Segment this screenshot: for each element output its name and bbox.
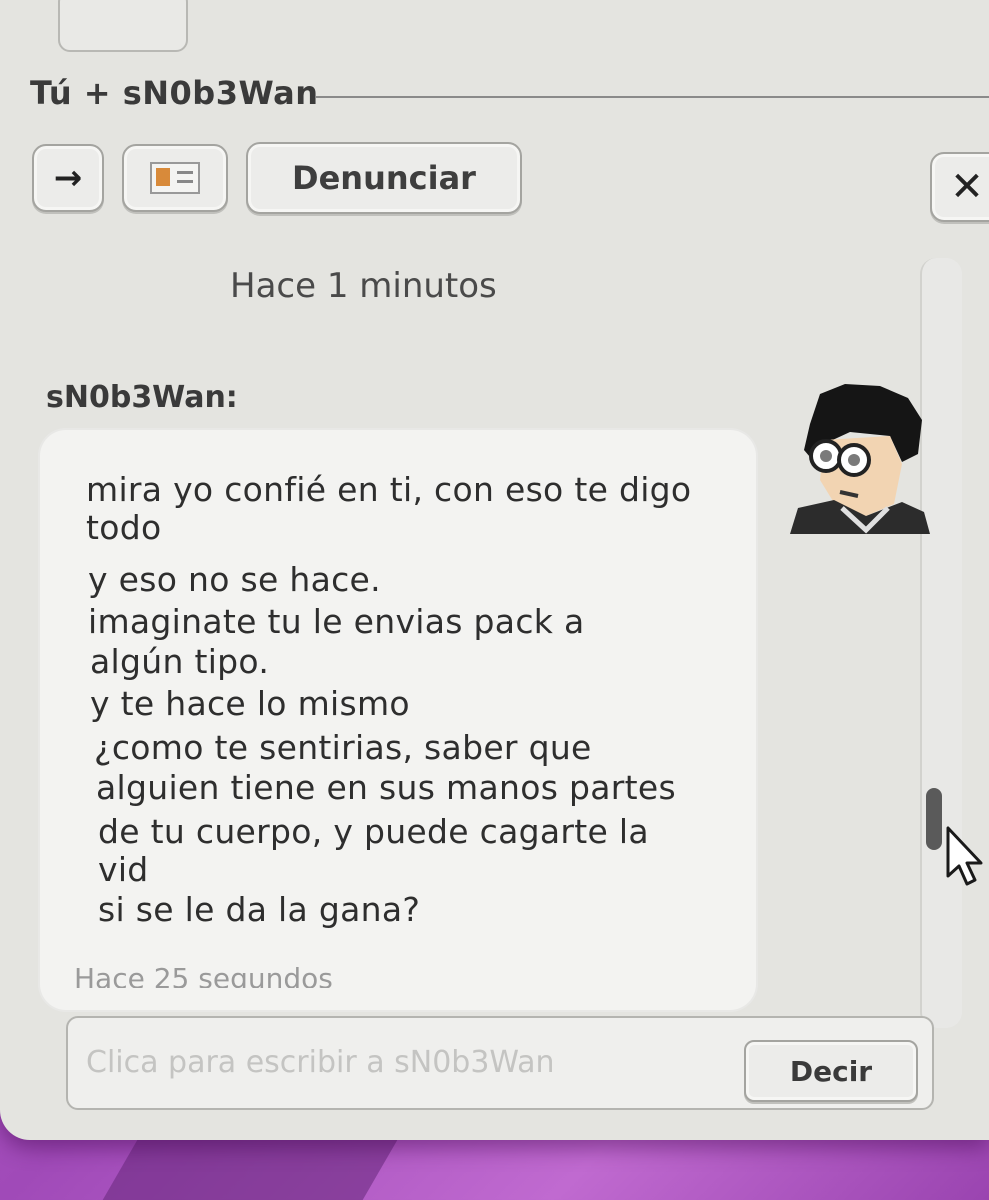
message-line: imaginate tu le envias pack a: [88, 602, 585, 641]
mouse-cursor-icon: [946, 826, 983, 886]
send-button[interactable]: Decir: [744, 1040, 918, 1102]
message-line: ¿como te sentirias, saber que: [94, 728, 592, 767]
scrollbar-track[interactable]: [920, 258, 962, 1028]
top-button-stub[interactable]: [58, 0, 188, 52]
message-line: y eso no se hace.: [88, 560, 381, 599]
message-timestamp: Hace 25 segundos: [74, 962, 333, 988]
close-button[interactable]: ✕: [930, 152, 989, 222]
timestamp-top: Hace 1 minutos: [230, 266, 497, 306]
close-icon: ✕: [950, 164, 984, 210]
message-line: y te hace lo mismo: [90, 684, 410, 723]
message-line: alguien tiene en sus manos partes: [96, 768, 676, 807]
message-line: todo: [86, 508, 162, 547]
window-title: Tú + sN0b3Wan: [30, 74, 319, 112]
message-line: vid: [98, 850, 149, 889]
message-line: de tu cuerpo, y puede cagarte la: [98, 812, 649, 851]
avatar[interactable]: [790, 384, 930, 534]
profile-button[interactable]: [122, 144, 228, 212]
arrow-right-icon: →: [53, 158, 83, 198]
message-line: mira yo confié en ti, con eso te digo: [86, 470, 692, 509]
message-line: algún tipo.: [90, 642, 270, 681]
sender-name: sN0b3Wan:: [46, 380, 238, 415]
user-card-icon: [150, 162, 200, 194]
report-button[interactable]: Denunciar: [246, 142, 522, 214]
desktop-background-strip: [102, 1140, 398, 1200]
scrollbar-thumb[interactable]: [926, 788, 942, 850]
message-input[interactable]: [84, 1036, 728, 1088]
go-button[interactable]: →: [32, 144, 104, 212]
title-divider: [316, 96, 989, 98]
message-line: si se le da la gana?: [98, 890, 421, 929]
